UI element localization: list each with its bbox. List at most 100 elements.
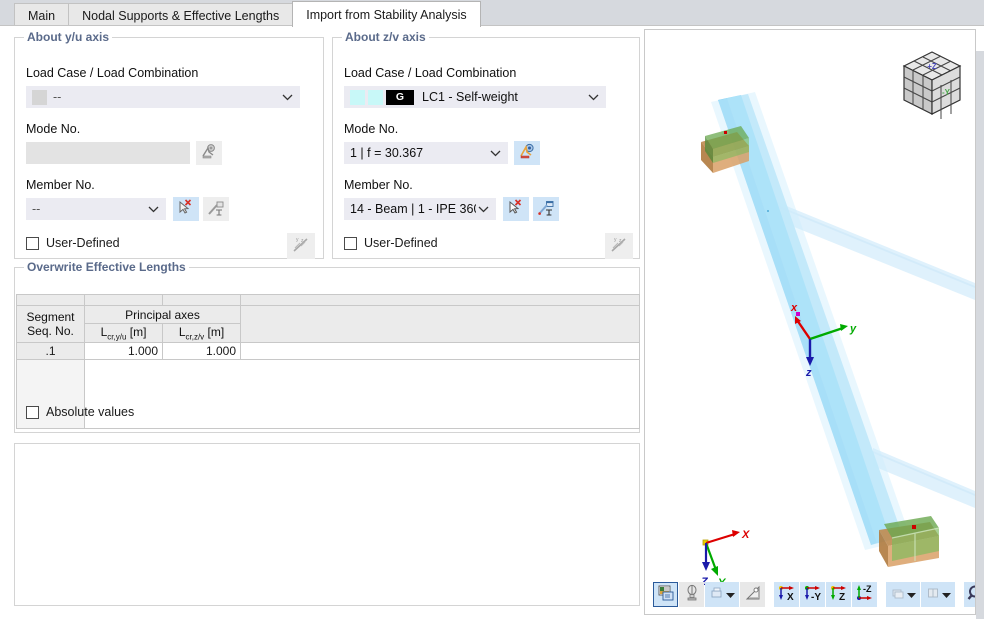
chevron-down-icon — [725, 587, 735, 601]
global-axis-x-label: X — [741, 529, 750, 541]
chevron-down-icon — [586, 87, 600, 107]
checkbox-user-defined-zv-label: User-Defined — [364, 236, 438, 250]
view-negy-button[interactable]: -Y — [800, 581, 825, 607]
button-effective-lengths-diagram-zv[interactable]: z y — [605, 233, 633, 259]
empty-cells — [84, 359, 640, 430]
lcr-z-sub: cr,z/v — [185, 332, 205, 342]
combo-mode-no-zv[interactable]: 1 | f = 30.367 — [344, 142, 508, 164]
nav-cube-top-label: +Z — [927, 62, 937, 71]
checkbox-box — [344, 236, 357, 250]
label-load-case-yu: Load Case / Load Combination — [26, 66, 199, 80]
column-header-segment-line1: Segment — [26, 310, 75, 325]
deselect-member-icon — [177, 198, 195, 220]
view-in-x-icon: X — [777, 584, 797, 605]
svg-text:-Y: -Y — [811, 592, 821, 602]
cell-lcr-y[interactable]: 1.000 — [84, 342, 163, 361]
tab-import-from-stability-analysis[interactable]: Import from Stability Analysis — [292, 1, 481, 27]
load-case-swatch-2 — [368, 89, 383, 105]
checkbox-box — [26, 236, 39, 250]
svg-text:-Z: -Z — [863, 584, 872, 594]
edit-member-icon — [207, 199, 225, 220]
checkbox-user-defined-yu[interactable]: User-Defined — [26, 236, 120, 250]
view-in-negz-icon: -Z — [855, 584, 875, 605]
group-title-overwrite: Overwrite Effective Lengths — [24, 260, 189, 274]
column-header-lcr-y[interactable]: Lcr,y/u [m] — [84, 322, 163, 344]
effective-lengths-dialog: Main Nodal Supports & Effective Lengths … — [0, 0, 984, 619]
header-spacer-cell-1 — [16, 294, 85, 306]
display-icon — [891, 586, 905, 603]
svg-text:y: y — [614, 237, 617, 243]
view-x-button[interactable]: X — [774, 581, 799, 607]
render-mode-button[interactable] — [653, 581, 678, 607]
chevron-down-icon — [280, 87, 294, 107]
checkbox-user-defined-zv[interactable]: User-Defined — [344, 236, 438, 250]
table-header-spacer-row — [16, 294, 640, 306]
button-edit-member-zv[interactable] — [533, 197, 559, 221]
cell-segment-seq-no[interactable]: .1 — [16, 342, 85, 361]
local-axis-z-label: z — [805, 367, 812, 379]
group-about-zv-axis: About z/v axis Load Case / Load Combinat… — [332, 30, 640, 259]
lighting-icon — [683, 584, 701, 605]
svg-text:Z: Z — [839, 592, 845, 602]
load-case-swatch-1 — [350, 89, 365, 105]
window-split-button[interactable] — [921, 581, 955, 607]
view-negz-button[interactable]: -Z — [852, 581, 877, 607]
zoom-reset-button[interactable] — [964, 581, 975, 607]
column-header-extra[interactable] — [240, 304, 640, 344]
group-title-zv: About z/v axis — [342, 30, 429, 44]
checkbox-box — [26, 405, 39, 419]
display-split-button[interactable] — [886, 581, 920, 607]
header-spacer-cell-3 — [162, 294, 241, 306]
deselect-member-icon — [507, 198, 525, 220]
combo-member-no-zv[interactable]: 14 - Beam | 1 - IPE 360 | ... — [344, 198, 496, 220]
model-3d-viewport[interactable]: x y z X +Z -Y X -Y Z -Z — [644, 29, 976, 615]
zoom-reset-icon — [967, 584, 975, 605]
combo-load-case-zv[interactable]: G LC1 - Self-weight — [344, 86, 606, 108]
svg-text:X: X — [787, 592, 794, 602]
combo-load-case-zv-value: LC1 - Self-weight — [422, 90, 518, 104]
label-mode-no-zv: Mode No. — [344, 122, 399, 136]
label-member-no-zv: Member No. — [344, 178, 413, 192]
combo-load-case-yu[interactable]: -- — [26, 86, 300, 108]
tab-main[interactable]: Main — [14, 3, 70, 27]
column-header-lcr-z[interactable]: Lcr,z/v [m] — [162, 322, 241, 344]
button-deselect-member-zv[interactable] — [503, 197, 529, 221]
mode-shape-icon — [518, 143, 536, 164]
chevron-down-icon — [941, 587, 951, 601]
viewport-toolbar: X -Y Z -Z — [653, 580, 975, 608]
button-select-mode-zv[interactable] — [514, 141, 540, 165]
button-select-mode-yu[interactable] — [196, 141, 222, 165]
window-icon — [926, 586, 940, 603]
button-edit-member-yu[interactable] — [203, 197, 229, 221]
column-header-segment-seq-no[interactable]: Segment Seq. No. — [16, 304, 85, 344]
model-3d-canvas[interactable]: x y z X +Z -Y — [645, 30, 975, 614]
chevron-down-icon — [906, 587, 916, 601]
tab-nodal-supports-effective-lengths[interactable]: Nodal Supports & Effective Lengths — [68, 3, 294, 27]
button-effective-lengths-diagram-yu[interactable]: z y — [287, 233, 315, 259]
column-header-principal-axes[interactable]: Principal axes — [84, 305, 241, 324]
chevron-down-icon — [146, 199, 160, 219]
table-row[interactable]: .1 1.000 1.000 — [16, 342, 640, 361]
lighting-button[interactable] — [679, 581, 704, 607]
mode-shape-icon — [200, 143, 218, 164]
combo-mode-no-zv-value: 1 | f = 30.367 — [350, 146, 424, 160]
lcr-y-sub: cr,y/u — [107, 332, 127, 342]
button-deselect-member-yu[interactable] — [173, 197, 199, 221]
tab-strip: Main Nodal Supports & Effective Lengths … — [0, 0, 984, 27]
combo-member-no-yu-value: -- — [32, 202, 41, 216]
input-mode-no-yu[interactable] — [26, 142, 190, 164]
print-split-button[interactable] — [705, 581, 739, 607]
group-title-yu: About y/u axis — [24, 30, 113, 44]
checkbox-absolute-values[interactable]: Absolute values — [26, 405, 134, 419]
effective-lengths-icon: z y — [291, 235, 311, 258]
cell-extra[interactable] — [240, 342, 640, 361]
table-header-row: Segment Seq. No. Principal axes — [16, 304, 640, 344]
measure-button[interactable] — [740, 581, 765, 607]
cell-lcr-z[interactable]: 1.000 — [162, 342, 241, 361]
header-spacer-cell-4 — [240, 294, 640, 306]
combo-member-no-yu[interactable]: -- — [26, 198, 166, 220]
view-z-button[interactable]: Z — [826, 581, 851, 607]
left-column: About y/u axis Load Case / Load Combinat… — [8, 29, 640, 615]
chevron-down-icon — [476, 199, 490, 219]
print-icon — [710, 586, 724, 603]
